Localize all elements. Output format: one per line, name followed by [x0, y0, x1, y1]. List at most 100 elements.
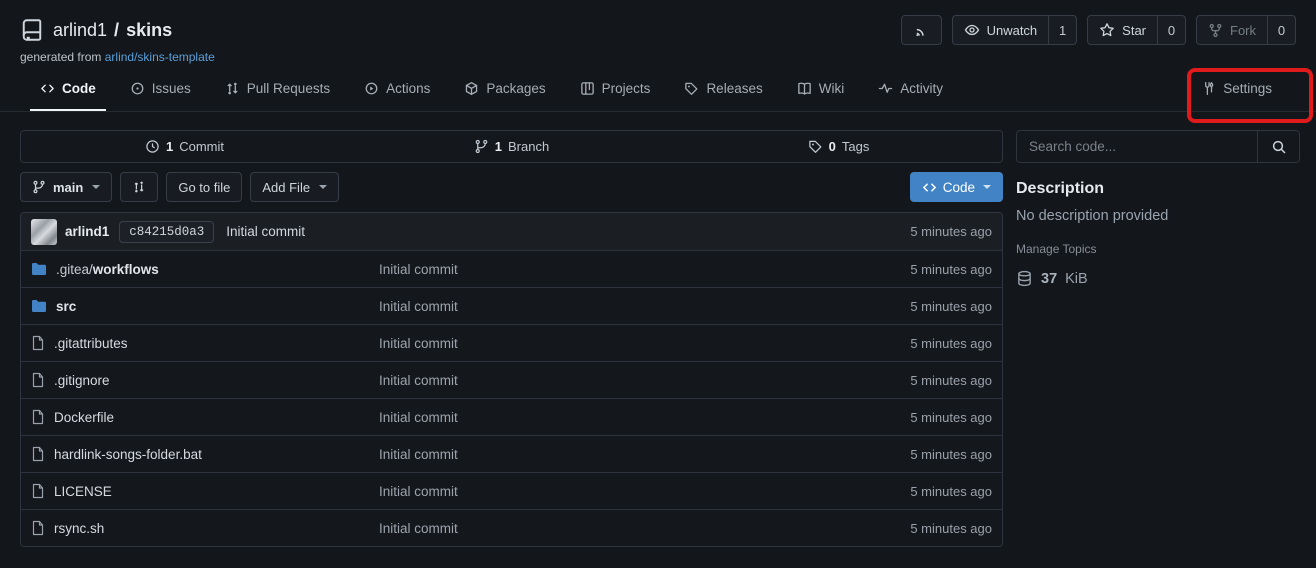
- manage-topics-link[interactable]: Manage Topics: [1016, 242, 1097, 256]
- commit-message-link[interactable]: Initial commit: [226, 224, 305, 239]
- issue-icon: [130, 81, 145, 96]
- repo-nav-tabs: Code Issues Pull Requests Actions Packages Pr…: [0, 74, 1316, 112]
- file-icon: [31, 483, 45, 499]
- file-link[interactable]: hardlink-songs-folder.bat: [54, 447, 202, 462]
- tab-activity[interactable]: Activity: [868, 81, 953, 111]
- file-link[interactable]: .gitignore: [54, 373, 110, 388]
- add-file-button[interactable]: Add File: [250, 172, 339, 202]
- repo-size: 37 KiB: [1016, 270, 1300, 287]
- tab-code[interactable]: Code: [30, 81, 106, 111]
- folder-link[interactable]: src: [56, 299, 76, 314]
- go-to-file-button[interactable]: Go to file: [166, 172, 242, 202]
- file-name-cell: .gitattributes: [31, 335, 379, 351]
- file-link[interactable]: .gitattributes: [54, 336, 128, 351]
- rss-button[interactable]: [901, 15, 942, 45]
- repo-separator: /: [114, 20, 119, 41]
- template-repo-link[interactable]: arlind/skins-template: [105, 50, 215, 64]
- description-text: No description provided: [1016, 208, 1300, 224]
- repo-name-link[interactable]: skins: [126, 20, 172, 41]
- repo-header: arlind1 / skins: [0, 0, 1316, 64]
- fork-button[interactable]: Fork: [1197, 16, 1267, 44]
- commit-message-link[interactable]: Initial commit: [379, 336, 910, 351]
- pulse-icon: [878, 81, 893, 96]
- forks-count[interactable]: 0: [1267, 16, 1295, 44]
- commit-message-link[interactable]: Initial commit: [379, 410, 910, 425]
- file-name-cell: .gitea/workflows: [31, 262, 379, 277]
- commits-count: 1: [166, 139, 173, 154]
- code-search-box: [1016, 130, 1300, 163]
- tab-label: Projects: [602, 81, 651, 96]
- commit-message-link[interactable]: Initial commit: [379, 299, 910, 314]
- commit-message-link[interactable]: Initial commit: [379, 484, 910, 499]
- code-icon: [922, 180, 937, 195]
- tags-stat[interactable]: 0 Tags: [675, 131, 1002, 162]
- file-row: rsync.shInitial commit5 minutes ago: [21, 509, 1002, 546]
- compare-button[interactable]: [120, 172, 158, 202]
- stars-count[interactable]: 0: [1157, 16, 1185, 44]
- file-link[interactable]: Dockerfile: [54, 410, 114, 425]
- tab-label: Pull Requests: [247, 81, 330, 96]
- search-code-input[interactable]: [1017, 131, 1257, 162]
- repo-owner-link[interactable]: arlind1: [53, 20, 107, 41]
- tab-label: Actions: [386, 81, 430, 96]
- tab-settings[interactable]: Settings: [1191, 81, 1282, 111]
- branches-stat[interactable]: 1 Branch: [348, 131, 675, 162]
- fork-label: Fork: [1230, 23, 1256, 38]
- header-actions: Unwatch 1 Star 0: [901, 15, 1296, 45]
- eye-icon: [964, 22, 980, 38]
- file-updated-time: 5 minutes ago: [910, 262, 992, 277]
- generated-from: generated from arlind/skins-template: [20, 50, 1296, 64]
- code-icon: [40, 81, 55, 96]
- tab-packages[interactable]: Packages: [454, 81, 555, 111]
- commit-message-link[interactable]: Initial commit: [379, 521, 910, 536]
- file-row: DockerfileInitial commit5 minutes ago: [21, 398, 1002, 435]
- file-table: arlind1 c84215d0a3 Initial commit 5 minu…: [20, 212, 1003, 547]
- unwatch-label: Unwatch: [987, 23, 1038, 38]
- commit-author-link[interactable]: arlind1: [65, 224, 109, 239]
- star-button[interactable]: Star: [1088, 16, 1157, 44]
- tab-wiki[interactable]: Wiki: [787, 81, 855, 111]
- avatar[interactable]: [31, 219, 57, 245]
- file-name: Dockerfile: [54, 410, 114, 425]
- tools-icon: [1201, 81, 1216, 96]
- repo-size-value: 37: [1041, 271, 1057, 287]
- commit-hash-badge[interactable]: c84215d0a3: [119, 221, 214, 243]
- search-button[interactable]: [1257, 131, 1299, 162]
- commit-time: 5 minutes ago: [910, 224, 992, 239]
- unwatch-button[interactable]: Unwatch: [953, 16, 1049, 44]
- file-name: hardlink-songs-folder.bat: [54, 447, 202, 462]
- tab-releases[interactable]: Releases: [674, 81, 772, 111]
- chevron-down-icon: [983, 185, 991, 189]
- tab-projects[interactable]: Projects: [570, 81, 661, 111]
- file-row: .gitignoreInitial commit5 minutes ago: [21, 361, 1002, 398]
- star-button-group: Star 0: [1087, 15, 1186, 45]
- folder-link[interactable]: .gitea/workflows: [56, 262, 159, 277]
- fork-button-group: Fork 0: [1196, 15, 1296, 45]
- book-icon: [797, 81, 812, 96]
- commit-message-link[interactable]: Initial commit: [379, 373, 910, 388]
- pull-request-icon: [225, 81, 240, 96]
- file-link[interactable]: rsync.sh: [54, 521, 104, 536]
- file-link[interactable]: LICENSE: [54, 484, 112, 499]
- database-icon: [1016, 270, 1033, 287]
- file-icon: [31, 409, 45, 425]
- projects-icon: [580, 81, 595, 96]
- file-icon: [31, 446, 45, 462]
- code-download-button[interactable]: Code: [910, 172, 1003, 202]
- commit-message-link[interactable]: Initial commit: [379, 447, 910, 462]
- file-updated-time: 5 minutes ago: [910, 299, 992, 314]
- tab-label: Activity: [900, 81, 943, 96]
- commits-stat[interactable]: 1 Commit: [21, 131, 348, 162]
- tab-label: Packages: [486, 81, 545, 96]
- tab-issues[interactable]: Issues: [120, 81, 201, 111]
- file-icon: [31, 520, 45, 536]
- history-icon: [145, 139, 160, 154]
- watchers-count[interactable]: 1: [1048, 16, 1076, 44]
- commit-message-link[interactable]: Initial commit: [379, 262, 910, 277]
- tab-actions[interactable]: Actions: [354, 81, 440, 111]
- tab-pull-requests[interactable]: Pull Requests: [215, 81, 340, 111]
- branch-selector[interactable]: main: [20, 172, 112, 202]
- file-name-cell: .gitignore: [31, 372, 379, 388]
- folder-icon: [31, 299, 47, 313]
- file-row: hardlink-songs-folder.batInitial commit5…: [21, 435, 1002, 472]
